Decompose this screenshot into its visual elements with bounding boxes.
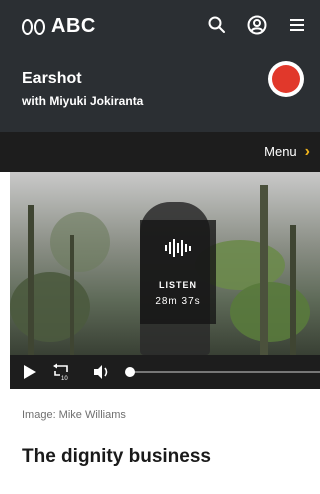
- header-actions: [206, 14, 308, 36]
- abc-logo[interactable]: ABC: [22, 15, 96, 38]
- abc-lissajous-icon: [22, 18, 45, 35]
- account-icon[interactable]: [246, 14, 268, 36]
- tree-trunk: [290, 225, 296, 355]
- hamburger-menu-icon[interactable]: [286, 14, 308, 36]
- program-badge[interactable]: [268, 61, 304, 97]
- listen-duration: 28m 37s: [155, 296, 201, 307]
- page: ABC Earshot with Miyuki Jokiranta Menu ›…: [0, 0, 320, 494]
- image-credit: Image: Mike Williams: [22, 409, 126, 421]
- tree-trunk: [28, 205, 34, 355]
- program-info: Earshot with Miyuki Jokiranta: [22, 70, 143, 108]
- foliage-shape: [230, 282, 310, 342]
- tree-trunk: [260, 185, 268, 355]
- tree-trunk: [70, 235, 74, 355]
- audio-wave-icon: [140, 238, 216, 258]
- rewind-10-icon[interactable]: 10: [52, 362, 72, 382]
- search-icon[interactable]: [206, 14, 228, 36]
- foliage-shape: [50, 212, 110, 272]
- site-header: ABC Earshot with Miyuki Jokiranta: [0, 0, 320, 132]
- program-title[interactable]: Earshot: [22, 70, 143, 88]
- listen-label: LISTEN: [158, 280, 197, 290]
- rewind-10-label: 10: [61, 376, 68, 381]
- earshot-logo-badge: [272, 65, 300, 93]
- article-title: The dignity business: [22, 446, 211, 467]
- foliage-shape: [10, 272, 90, 342]
- chevron-right-icon: ›: [304, 143, 310, 160]
- play-icon[interactable]: [20, 362, 40, 382]
- progress-track[interactable]: [130, 371, 320, 373]
- audio-player: 10: [10, 355, 320, 389]
- program-menu-bar: Menu ›: [0, 132, 320, 172]
- abc-logo-text: ABC: [51, 15, 96, 37]
- program-host: with Miyuki Jokiranta: [22, 94, 144, 108]
- listen-button[interactable]: LISTEN 28m 37s: [140, 220, 216, 324]
- progress-handle[interactable]: [125, 367, 135, 377]
- menu-button[interactable]: Menu ›: [264, 143, 310, 160]
- volume-icon[interactable]: [92, 362, 112, 382]
- menu-label: Menu: [264, 144, 297, 159]
- hero-image: LISTEN 28m 37s: [10, 172, 320, 355]
